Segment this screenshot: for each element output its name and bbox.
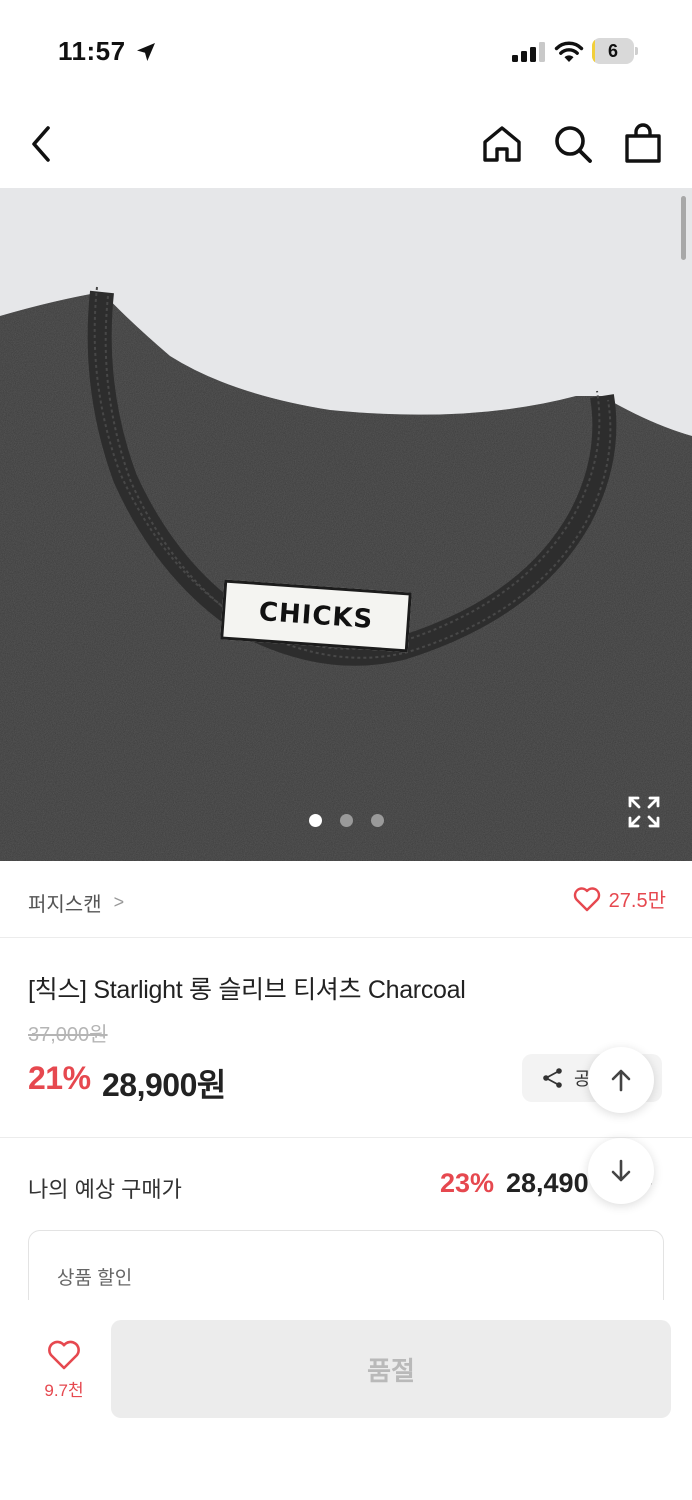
discount-rate: 21% bbox=[28, 1060, 91, 1096]
brand-like-button[interactable]: 27.5만 bbox=[573, 884, 666, 913]
location-arrow-icon bbox=[137, 43, 155, 61]
expected-price: 28,490 bbox=[506, 1168, 589, 1198]
brand-row: 퍼지스캔 > 27.5만 bbox=[0, 862, 692, 938]
sold-out-button[interactable]: 품절 bbox=[111, 1320, 671, 1418]
home-icon bbox=[483, 126, 521, 162]
brand-label-text: CHICKS bbox=[257, 597, 375, 635]
wifi-icon bbox=[554, 41, 584, 62]
product-title: [칙스] Starlight 롱 슬리브 티셔츠 Charcoal bbox=[28, 976, 466, 1004]
chevron-right-icon: > bbox=[113, 892, 125, 912]
bottom-action-bar: 9.7천 품절 bbox=[0, 1300, 692, 1500]
product-discount-label: 상품 할인 bbox=[57, 1268, 133, 1289]
home-button[interactable] bbox=[480, 122, 524, 166]
brand-link[interactable]: 퍼지스캔 > bbox=[28, 888, 124, 917]
heart-icon bbox=[48, 1340, 80, 1370]
sale-price: 28,900원 bbox=[102, 1067, 226, 1103]
battery-icon: 6 bbox=[592, 38, 638, 64]
scroll-to-bottom-button[interactable] bbox=[588, 1138, 654, 1204]
share-icon bbox=[543, 1068, 562, 1088]
expected-price-label: 나의 예상 구매가 bbox=[28, 1177, 182, 1202]
pagination-dot[interactable] bbox=[339, 814, 353, 827]
battery-level: 6 bbox=[607, 41, 618, 61]
pagination-dots bbox=[0, 814, 692, 827]
top-nav-bar bbox=[0, 100, 692, 188]
shopping-bag-icon bbox=[625, 123, 661, 163]
arrow-up-icon bbox=[611, 1069, 631, 1092]
product-info: [칙스] Starlight 롱 슬리브 티셔츠 Charcoal 37,000… bbox=[0, 938, 692, 1138]
pagination-dot[interactable] bbox=[308, 814, 322, 827]
cart-button[interactable] bbox=[621, 122, 665, 166]
expected-discount-rate: 23% bbox=[440, 1168, 495, 1198]
wishlist-count: 9.7천 bbox=[44, 1381, 84, 1400]
scroll-to-top-button[interactable] bbox=[588, 1047, 654, 1113]
product-image-gallery[interactable]: CHICKS bbox=[0, 188, 692, 861]
expected-price-row[interactable]: 나의 예상 구매가 23% 28,490 › bbox=[0, 1140, 692, 1230]
product-photo bbox=[0, 286, 692, 861]
scroll-indicator[interactable] bbox=[681, 196, 686, 260]
brand-like-count: 27.5만 bbox=[608, 890, 666, 912]
arrow-down-icon bbox=[611, 1159, 631, 1182]
cell-signal-icon bbox=[512, 42, 545, 62]
status-time: 11:57 bbox=[58, 36, 126, 66]
search-button[interactable] bbox=[551, 122, 595, 166]
back-chevron-icon bbox=[32, 126, 50, 162]
brand-name: 퍼지스캔 bbox=[28, 894, 102, 916]
search-icon bbox=[555, 126, 592, 163]
back-button[interactable] bbox=[20, 122, 64, 166]
wishlist-button[interactable]: 9.7천 bbox=[28, 1340, 100, 1410]
pagination-dot[interactable] bbox=[370, 814, 384, 827]
heart-icon bbox=[573, 886, 600, 911]
original-price: 37,000원 bbox=[28, 1024, 108, 1046]
status-bar: 11:57 6 bbox=[0, 0, 692, 100]
